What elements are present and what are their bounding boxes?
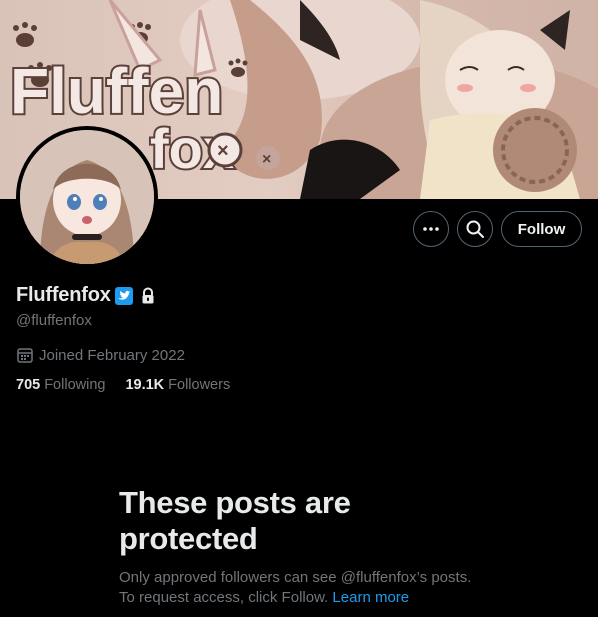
joined-text: Joined February 2022: [39, 346, 185, 364]
learn-more-link[interactable]: Learn more: [332, 589, 409, 606]
search-button[interactable]: [457, 211, 493, 247]
profile-name-row: Fluffenfox: [16, 284, 156, 307]
following-count: 705: [16, 377, 41, 393]
display-name: Fluffenfox: [16, 284, 111, 306]
more-button[interactable]: [413, 211, 449, 247]
calendar-icon: [17, 348, 33, 363]
protected-title: These posts are protected: [119, 485, 351, 556]
avatar-image: [20, 130, 154, 264]
more-icon: [423, 227, 439, 231]
following-label: Following: [44, 377, 106, 393]
following-link[interactable]: 705 Following: [16, 377, 105, 393]
lock-icon: [140, 286, 156, 305]
search-icon: [466, 220, 484, 238]
followers-count: 19.1K: [125, 377, 165, 393]
svg-text:×: ×: [217, 140, 229, 162]
avatar[interactable]: [16, 126, 158, 268]
followers-link[interactable]: 19.1K Followers: [125, 377, 230, 393]
verified-badge-icon[interactable]: [114, 286, 134, 306]
svg-text:×: ×: [262, 151, 271, 168]
profile-handle: @fluffenfox: [16, 312, 92, 329]
joined-date: Joined February 2022: [16, 346, 185, 364]
protected-notice: These posts are protected Only approved …: [119, 485, 479, 608]
protected-description: Only approved followers can see @fluffen…: [119, 568, 479, 608]
followers-label: Followers: [168, 377, 231, 393]
protected-description-text: Only approved followers can see @fluffen…: [119, 569, 472, 606]
follow-button[interactable]: Follow: [501, 211, 582, 247]
profile-stats: 705 Following 19.1K Followers: [16, 377, 250, 393]
